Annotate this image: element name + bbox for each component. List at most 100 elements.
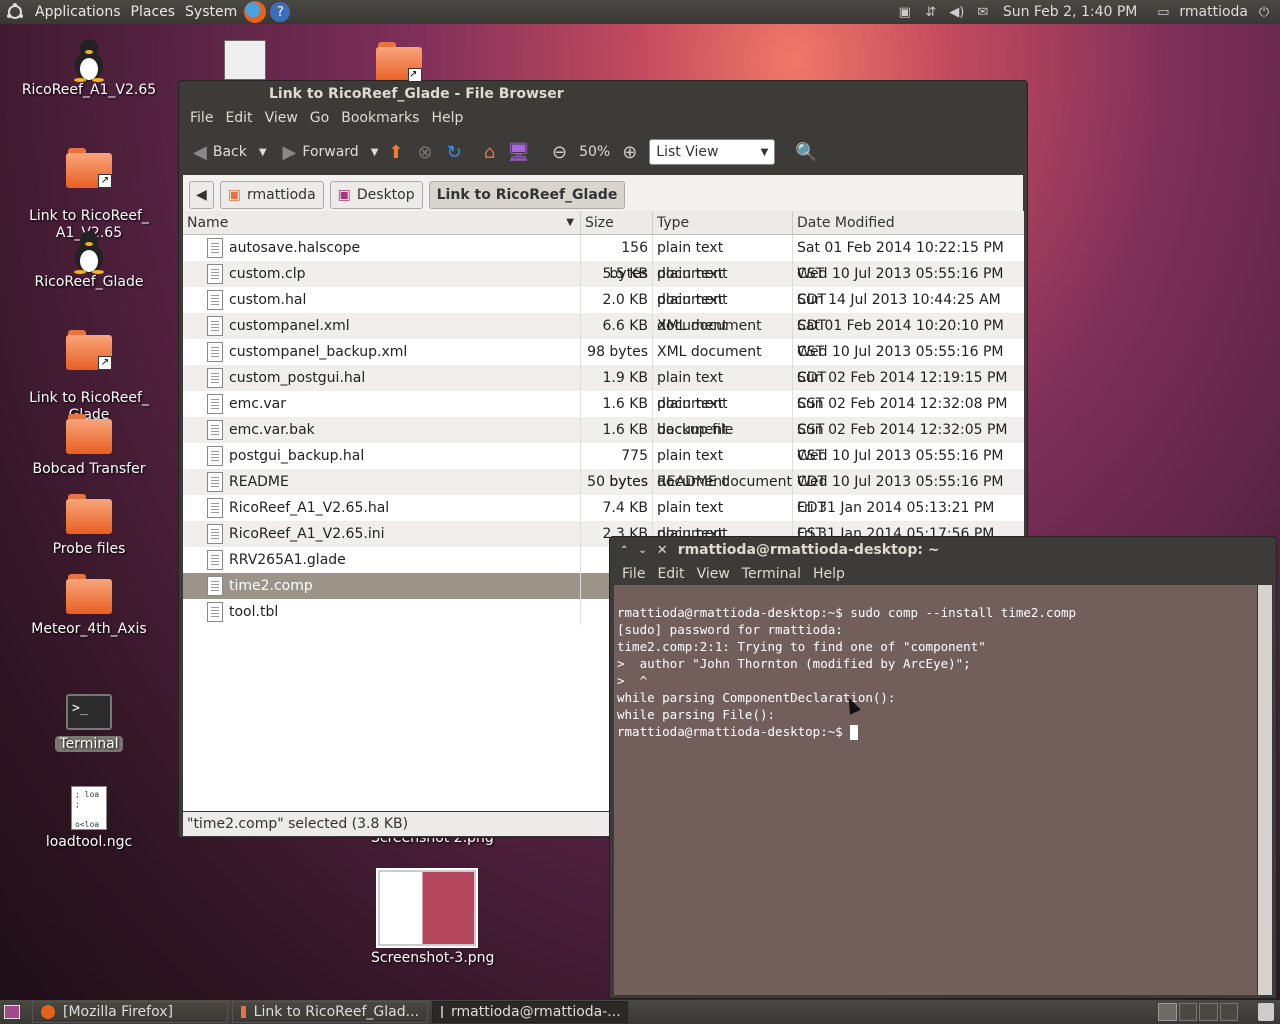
menu-file[interactable]: File	[616, 566, 651, 582]
user-name[interactable]: rmattioda	[1179, 4, 1248, 20]
reload-icon[interactable]: ↻	[447, 142, 462, 163]
screenshot-3-label[interactable]: Screenshot-3.png	[371, 950, 494, 966]
power-icon[interactable]: ⏻	[1254, 3, 1274, 21]
terminal-line: while parsing File():	[617, 707, 776, 722]
cell-type: XML document	[653, 339, 793, 365]
path-desktop[interactable]: ▣ Desktop	[329, 181, 423, 209]
close-icon[interactable]: ✕	[657, 543, 668, 558]
menu-go[interactable]: Go	[304, 110, 335, 126]
table-row[interactable]: custom.clp 5.5 KB plain text document Wed 1…	[183, 261, 1024, 308]
help-icon[interactable]: ?	[270, 2, 291, 22]
folder-link-icon[interactable]: ↗	[376, 42, 422, 82]
search-icon[interactable]: 🔍	[795, 142, 817, 163]
chevron-down-icon[interactable]: ▼	[371, 147, 379, 158]
workspace-switcher[interactable]	[1158, 1003, 1238, 1021]
column-size[interactable]: Size	[581, 211, 653, 234]
terminal-window: ⌃ ⌄ ✕ rmattioda@rmattioda-desktop: ~ Fil…	[609, 536, 1277, 999]
terminal-icon	[441, 1006, 443, 1018]
table-row[interactable]: postgui_backup.hal 775 bytes plain text do…	[183, 443, 1024, 490]
menu-places[interactable]: Places	[126, 4, 181, 20]
trash-icon[interactable]	[1258, 1003, 1274, 1021]
minimize-icon[interactable]: ⌃	[620, 545, 628, 556]
table-row[interactable]: emc.var.bak 1.6 KB backup file Sun 02 Feb 2…	[183, 417, 1024, 464]
file-icon	[207, 316, 223, 336]
menu-bookmarks[interactable]: Bookmarks	[335, 110, 425, 126]
path-bar: ◀ ▣ rmattioda ▣ Desktop Link to RicoReef_G…	[183, 175, 1023, 215]
table-row[interactable]: emc.var 1.6 KB plain text document Sun 02 F…	[183, 391, 1024, 438]
view-select[interactable]: List View ▼	[649, 139, 776, 165]
task-firefox[interactable]: [Mozilla Firefox]	[32, 1001, 228, 1023]
chevron-down-icon: ▼	[760, 146, 769, 158]
desktop-icon-loadtool[interactable]: ; loa; o<loa loadtool.ngc	[14, 786, 164, 850]
zoom-out-icon[interactable]: ⊖	[552, 142, 567, 163]
network-icon[interactable]: ⇵	[921, 3, 941, 21]
menu-help[interactable]: Help	[425, 110, 469, 126]
terminal-titlebar[interactable]: ⌃ ⌄ ✕ rmattioda@rmattioda-desktop: ~	[610, 537, 1276, 563]
file-icon	[207, 264, 223, 284]
file-name: tool.tbl	[229, 604, 279, 620]
desktop-icon-meteor-4th-axis[interactable]: Meteor_4th_Axis	[14, 574, 164, 637]
table-row[interactable]: custom_postgui.hal 1.9 KB plain text docum…	[183, 365, 1024, 412]
tux-icon	[69, 228, 109, 274]
desktop-icon-probe-files[interactable]: Probe files	[14, 494, 164, 557]
mail-icon[interactable]: ✉	[973, 3, 993, 21]
terminal-menu-bar: File Edit View Terminal Help	[610, 563, 1276, 585]
stop-icon[interactable]: ⊗	[418, 142, 433, 163]
path-current[interactable]: Link to RicoReef_Glade	[428, 181, 626, 209]
table-row[interactable]: README 50 bytes README document Wed 10 Jul …	[183, 469, 1024, 516]
bottom-panel: [Mozilla Firefox] Link to RicoReef_Glad.…	[0, 1000, 1280, 1024]
menu-edit[interactable]: Edit	[219, 110, 258, 126]
chevron-down-icon[interactable]: ▼	[259, 147, 267, 158]
clock[interactable]: Sun Feb 2, 1:40 PM	[1003, 4, 1138, 20]
file-name: time2.comp	[229, 578, 313, 594]
table-row[interactable]: custompanel.xml 6.6 KB XML document Sat 01 …	[183, 313, 1024, 360]
volume-icon[interactable]: ◀)	[947, 3, 967, 21]
computer-icon[interactable]: 🖥	[507, 142, 530, 163]
task-terminal[interactable]: rmattioda@rmattioda-...	[432, 1001, 628, 1023]
glade-icon[interactable]	[224, 40, 266, 80]
screenshot-3-thumbnail[interactable]	[376, 868, 478, 948]
table-row[interactable]: RicoReef_A1_V2.65.hal 7.4 KB plain text do…	[183, 495, 1024, 542]
window-title[interactable]: Link to RicoReef_Glade - File Browser	[179, 81, 1027, 107]
desktop-icon-ricoreef-a1[interactable]: RicoReef_A1_V2.65	[14, 36, 164, 98]
back-button[interactable]: ◀ Back ▼	[187, 138, 273, 167]
column-date[interactable]: Date Modified	[793, 211, 1023, 234]
desktop-icon-label: Terminal	[55, 736, 123, 752]
zoom-in-icon[interactable]: ⊕	[622, 142, 637, 163]
tux-icon	[69, 36, 109, 82]
forward-button[interactable]: ▶ Forward ▼	[277, 138, 385, 167]
terminal-scrollbar[interactable]	[1258, 585, 1272, 995]
home-icon[interactable]: ⌂	[484, 142, 495, 163]
path-back-button[interactable]: ◀	[189, 181, 214, 209]
desktop-icon-terminal[interactable]: >_ Terminal	[14, 694, 164, 752]
path-label: rmattioda	[247, 187, 316, 203]
menu-terminal[interactable]: Terminal	[736, 566, 807, 582]
display-icon[interactable]: ▣	[895, 3, 915, 21]
menu-system[interactable]: System	[180, 4, 242, 20]
desktop-icon-ricoreef-glade[interactable]: RicoReef_Glade	[14, 228, 164, 290]
menu-edit[interactable]: Edit	[651, 566, 690, 582]
maximize-icon[interactable]: ⌄	[638, 545, 646, 556]
menu-file[interactable]: File	[184, 110, 219, 126]
desktop-icon-bobcad-transfer[interactable]: Bobcad Transfer	[14, 414, 164, 477]
up-arrow-icon[interactable]: ⬆	[388, 142, 403, 163]
column-name[interactable]: Name ▼	[183, 211, 581, 234]
column-type[interactable]: Type	[653, 211, 793, 234]
chat-icon[interactable]: ▭	[1153, 3, 1173, 21]
firefox-icon[interactable]	[244, 1, 267, 23]
ubuntu-logo-icon[interactable]	[4, 1, 26, 23]
table-row[interactable]: autosave.halscope 156 bytes plain text doc…	[183, 235, 1024, 282]
path-home[interactable]: ▣ rmattioda	[219, 181, 324, 209]
menu-applications[interactable]: Applications	[30, 4, 126, 20]
menu-view[interactable]: View	[259, 110, 304, 126]
menu-view[interactable]: View	[691, 566, 736, 582]
back-label: Back	[212, 144, 247, 160]
menu-help[interactable]: Help	[807, 566, 851, 582]
table-row[interactable]: custom.hal 2.0 KB plain text document Sun 1…	[183, 287, 1024, 334]
terminal-output[interactable]: rmattioda@rmattioda-desktop:~$ sudo comp…	[614, 585, 1257, 995]
show-desktop-icon[interactable]	[4, 1005, 20, 1019]
cell-name: postgui_backup.hal	[183, 443, 581, 469]
table-row[interactable]: custompanel_backup.xml 98 bytes XML docume…	[183, 339, 1024, 386]
file-name: postgui_backup.hal	[229, 448, 365, 464]
task-file-browser[interactable]: Link to RicoReef_Glad...	[232, 1001, 428, 1023]
